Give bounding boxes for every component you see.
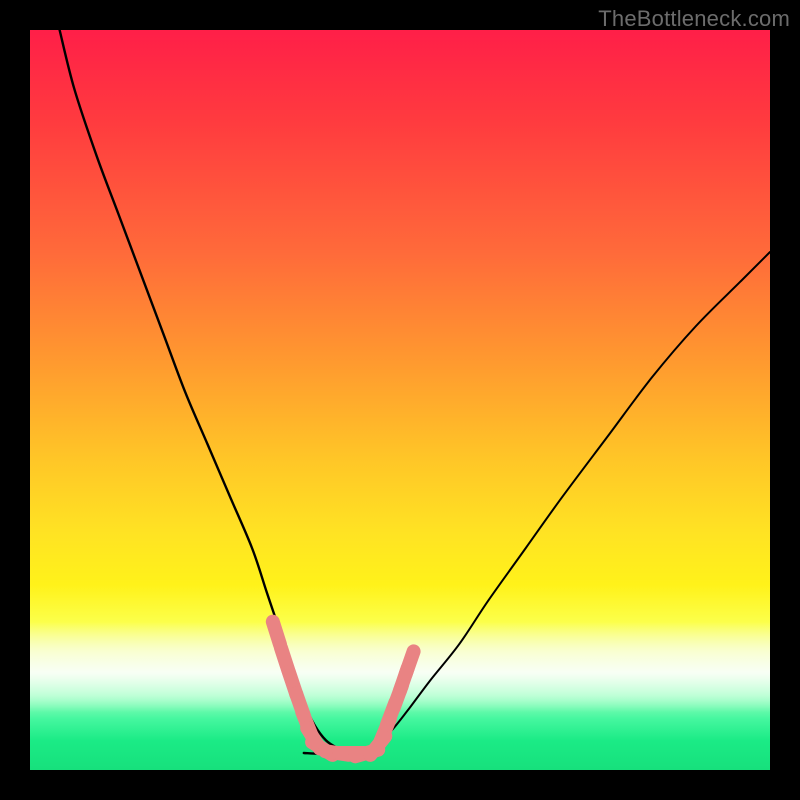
chart-stage: TheBottleneck.com [0,0,800,800]
marker-layer [273,622,414,757]
curve-left-branch [60,30,349,752]
watermark-text: TheBottleneck.com [598,6,790,32]
threshold-marker [406,651,414,674]
chart-svg [30,30,770,770]
chart-panel [30,30,770,770]
curve-right-branch [363,252,770,752]
